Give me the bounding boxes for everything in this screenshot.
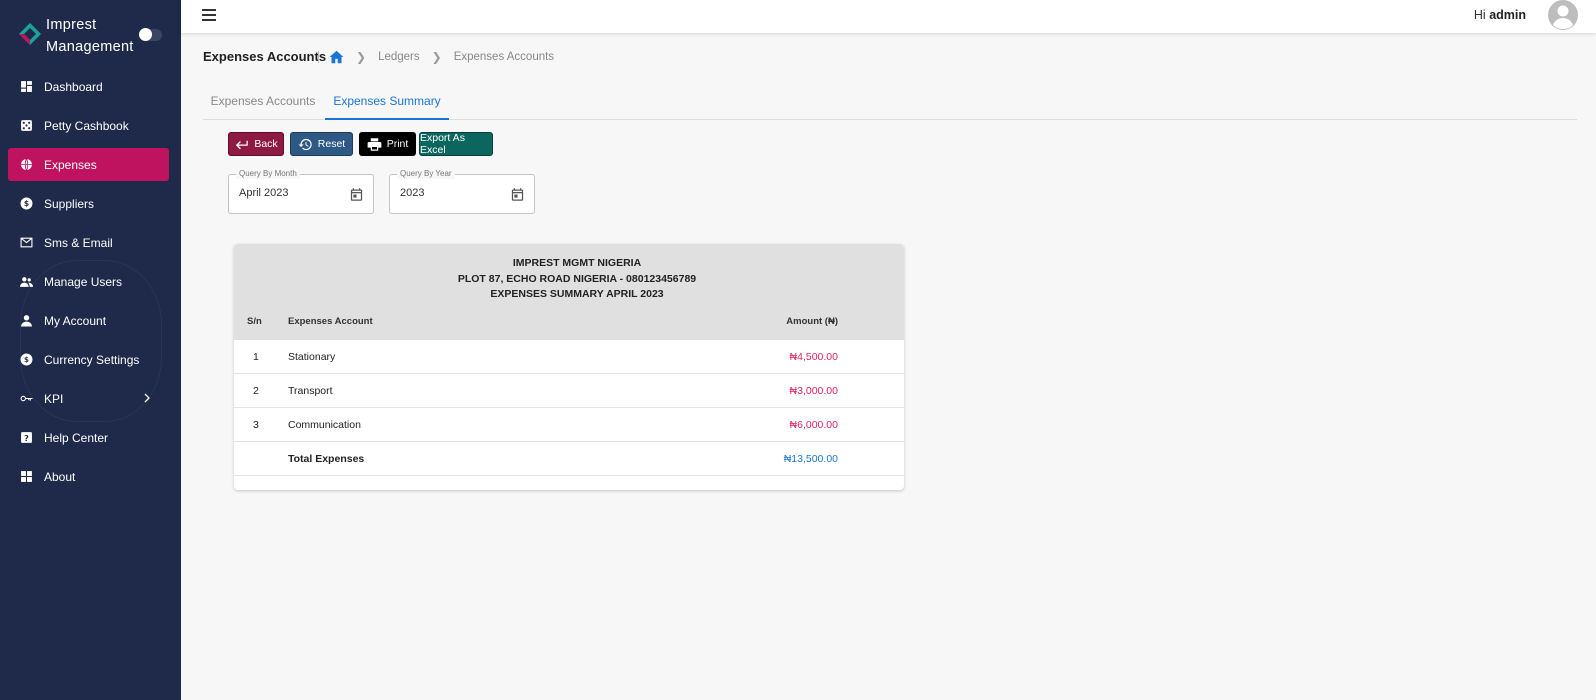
person-icon xyxy=(20,314,33,327)
back-button[interactable]: Back xyxy=(228,132,284,156)
sidebar-item-label: Sms & Email xyxy=(44,235,113,250)
history-icon xyxy=(298,138,312,150)
sidebar-item-label: Currency Settings xyxy=(44,352,140,367)
table-row: 2 Transport ₦3,000.00 xyxy=(234,374,904,408)
svg-text:?: ? xyxy=(24,433,29,443)
export-excel-button[interactable]: Export As Excel xyxy=(419,132,493,156)
breadcrumb-current: Expenses Accounts xyxy=(453,51,555,63)
query-year-field[interactable]: Query By Year xyxy=(389,169,535,214)
calendar-icon[interactable] xyxy=(349,187,364,202)
brand-name: Imprest Management xyxy=(46,17,134,55)
calendar-icon[interactable] xyxy=(510,187,525,202)
row-amount: ₦6,000.00 xyxy=(789,419,838,431)
globe-icon xyxy=(20,158,33,171)
home-icon[interactable] xyxy=(329,50,344,64)
sidebar-item-help-center[interactable]: ? Help Center xyxy=(8,421,169,454)
print-button[interactable]: Print xyxy=(359,132,416,156)
tab-expenses-accounts[interactable]: Expenses Accounts xyxy=(203,88,323,120)
row-account: Transport xyxy=(288,385,333,397)
row-account: Communication xyxy=(288,419,361,431)
currency-icon: $ xyxy=(20,353,33,366)
sidebar-item-dashboard[interactable]: Dashboard xyxy=(8,70,169,103)
printer-icon xyxy=(367,137,382,151)
report-header: IMPREST MGMT NIGERIA PLOT 87, ECHO ROAD … xyxy=(234,244,904,340)
reset-button[interactable]: Reset xyxy=(290,132,353,156)
svg-text:$: $ xyxy=(24,355,29,364)
theme-toggle[interactable] xyxy=(139,28,162,41)
table-row: 3 Communication ₦6,000.00 xyxy=(234,408,904,442)
query-month-field[interactable]: Query By Month xyxy=(228,169,374,214)
sidebar-item-label: Petty Cashbook xyxy=(44,118,129,133)
row-sn: 1 xyxy=(253,351,259,363)
users-icon xyxy=(20,275,33,288)
dice-icon xyxy=(20,119,33,132)
report-company: IMPREST MGMT NIGERIA xyxy=(512,257,642,269)
tab-expenses-summary[interactable]: Expenses Summary xyxy=(325,88,449,120)
sidebar-item-label: Expenses xyxy=(44,157,97,172)
breadcrumb-ledgers[interactable]: Ledgers xyxy=(378,51,420,63)
report-title: EXPENSES SUMMARY APRIL 2023 xyxy=(490,288,664,300)
sidebar-item-petty-cashbook[interactable]: Petty Cashbook xyxy=(8,109,169,142)
sidebar-item-label: About xyxy=(44,469,76,484)
total-label: Total Expenses xyxy=(288,453,365,465)
sidebar-item-label: Manage Users xyxy=(44,274,123,289)
total-row: Total Expenses ₦13,500.00 xyxy=(234,442,904,476)
sidebar-item-currency-settings[interactable]: $ Currency Settings xyxy=(8,343,169,376)
tab-bar: Expenses Accounts Expenses Summary xyxy=(203,88,1577,120)
sidebar: Imprest Management Dashboard Petty Cashb… xyxy=(0,0,181,700)
chevron-right-icon: ❯ xyxy=(356,50,367,64)
sidebar-item-label: Dashboard xyxy=(44,79,103,94)
sidebar-item-suppliers[interactable]: $ Suppliers xyxy=(8,187,169,220)
help-icon: ? xyxy=(20,431,33,444)
user-greeting: Hi admin xyxy=(1473,8,1526,22)
query-year-label: Query By Year xyxy=(397,169,455,179)
key-icon xyxy=(20,392,33,405)
sidebar-item-expenses[interactable]: Expenses xyxy=(8,148,169,181)
query-year-input[interactable] xyxy=(400,187,500,199)
sidebar-item-sms-email[interactable]: Sms & Email xyxy=(8,226,169,259)
row-amount: ₦4,500.00 xyxy=(789,351,838,363)
menu-icon[interactable] xyxy=(202,9,216,21)
sidebar-item-my-account[interactable]: My Account xyxy=(8,304,169,337)
avatar[interactable] xyxy=(1548,0,1578,30)
report-address: PLOT 87, ECHO ROAD NIGERIA - 08012345678… xyxy=(457,273,697,285)
row-amount: ₦3,000.00 xyxy=(789,385,838,397)
total-amount: ₦13,500.00 xyxy=(783,453,838,465)
page-title: Expenses Accounts xyxy=(203,49,327,64)
table-row: 1 Stationary ₦4,500.00 xyxy=(234,340,904,374)
dashboard-icon xyxy=(20,80,33,93)
column-header-sn: S/n xyxy=(247,316,262,327)
grid-icon xyxy=(20,470,33,483)
row-account: Stationary xyxy=(288,351,336,363)
query-month-label: Query By Month xyxy=(236,169,300,179)
sidebar-item-label: My Account xyxy=(44,313,107,328)
sidebar-item-kpi[interactable]: KPI xyxy=(8,382,169,415)
query-month-input[interactable] xyxy=(239,187,339,199)
expenses-summary-report: IMPREST MGMT NIGERIA PLOT 87, ECHO ROAD … xyxy=(234,244,904,490)
account-circle-icon xyxy=(1553,5,1573,29)
back-arrow-icon xyxy=(236,140,249,149)
mail-icon xyxy=(20,236,33,249)
row-sn: 2 xyxy=(253,385,259,397)
breadcrumb: ❯ Ledgers ❯ Expenses Accounts xyxy=(318,48,554,66)
row-sn: 3 xyxy=(253,419,259,431)
dollar-coin-icon: $ xyxy=(20,197,33,210)
brand-logo-icon xyxy=(19,23,41,45)
sidebar-item-manage-users[interactable]: Manage Users xyxy=(8,265,169,298)
sidebar-item-label: Suppliers xyxy=(44,196,95,211)
top-bar: Hi admin xyxy=(181,0,1596,33)
username: admin xyxy=(1489,8,1526,22)
column-header-amount: Amount (₦) xyxy=(786,316,838,327)
chevron-right-icon[interactable] xyxy=(141,392,153,404)
sidebar-item-label: KPI xyxy=(44,391,64,406)
sidebar-nav: Dashboard Petty Cashbook Expenses $ Supp… xyxy=(8,70,169,499)
sidebar-item-about[interactable]: About xyxy=(8,460,169,493)
svg-text:$: $ xyxy=(24,199,29,208)
sidebar-item-label: Help Center xyxy=(44,430,109,445)
column-header-account: Expenses Account xyxy=(288,316,373,327)
chevron-right-icon: ❯ xyxy=(431,50,442,64)
